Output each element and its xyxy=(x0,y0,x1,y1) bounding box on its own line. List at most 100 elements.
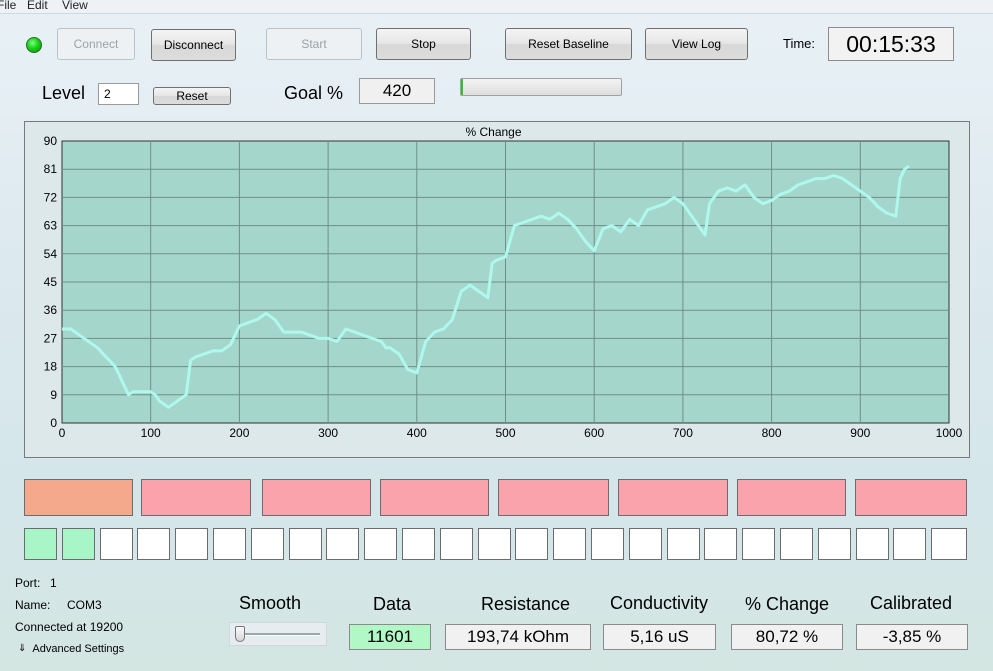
indicator-square xyxy=(440,528,473,560)
level-block xyxy=(380,479,489,516)
y-tick-label: 36 xyxy=(44,303,58,317)
level-block xyxy=(737,479,846,516)
level-block xyxy=(262,479,371,516)
indicator-square xyxy=(591,528,624,560)
calibrated-label: Calibrated xyxy=(870,593,953,613)
y-tick-label: 27 xyxy=(44,331,58,345)
smooth-label: Smooth xyxy=(239,593,302,613)
x-tick-label: 300 xyxy=(318,426,338,440)
advanced-settings-label: Advanced Settings xyxy=(32,643,125,655)
chart-frame: 0 100 200 300 400 500 600 700 800 900 1000 0 9 18 27 36… xyxy=(24,121,970,458)
level-label: Level xyxy=(42,83,86,103)
conductivity-value: 5,16 uS xyxy=(603,624,716,650)
x-tick-label: 1000 xyxy=(936,426,963,440)
smooth-slider-track xyxy=(236,633,320,636)
x-tick-label: 100 xyxy=(141,426,161,440)
advanced-settings-toggle[interactable]: ⇓ Advanced Settings xyxy=(18,643,124,655)
level-block xyxy=(618,479,728,516)
x-tick-label: 500 xyxy=(495,426,515,440)
chevron-down-icon: ⇓ xyxy=(18,643,27,654)
indicator-square xyxy=(251,528,284,560)
indicator-square xyxy=(818,528,851,560)
y-tick-label: 72 xyxy=(44,190,58,204)
indicator-square xyxy=(629,528,662,560)
goal-progress-bar xyxy=(460,78,622,96)
goal-label: Goal % xyxy=(284,83,344,103)
indicator-square xyxy=(62,528,95,560)
x-tick-label: 400 xyxy=(407,426,427,440)
goal-value: 420 xyxy=(359,78,435,104)
smooth-slider[interactable] xyxy=(229,622,327,646)
indicator-square xyxy=(24,528,57,560)
indicator-square xyxy=(137,528,170,560)
indicator-square xyxy=(289,528,322,560)
stop-button[interactable]: Stop xyxy=(376,28,471,60)
port-label: Port: xyxy=(15,576,41,590)
connection-status-text: Connected at 19200 xyxy=(15,620,124,634)
indicator-square xyxy=(478,528,511,560)
smooth-slider-thumb[interactable] xyxy=(235,626,245,642)
level-reset-button[interactable]: Reset xyxy=(153,87,231,105)
y-tick-label: 63 xyxy=(44,219,58,233)
indicator-square xyxy=(175,528,208,560)
indicator-square xyxy=(742,528,775,560)
disconnect-button[interactable]: Disconnect xyxy=(151,29,236,61)
connection-status-led xyxy=(26,37,42,53)
calibrated-value: -3,85 % xyxy=(856,624,968,650)
y-tick-label: 81 xyxy=(44,162,58,176)
x-tick-label: 900 xyxy=(850,426,870,440)
indicator-square xyxy=(667,528,700,560)
y-tick-label: 45 xyxy=(44,275,58,289)
conductivity-label: Conductivity xyxy=(610,593,709,613)
level-input[interactable]: 2 xyxy=(98,83,139,105)
indicator-square xyxy=(553,528,586,560)
y-tick-label: 54 xyxy=(44,247,58,261)
name-value: COM3 xyxy=(67,598,102,612)
name-label: Name: xyxy=(15,598,51,612)
indicator-square xyxy=(326,528,359,560)
percent-change-chart: 0 100 200 300 400 500 600 700 800 900 1000 0 9 18 27 36… xyxy=(44,125,963,440)
port-value: 1 xyxy=(50,576,57,590)
resistance-value: 193,74 kOhm xyxy=(445,624,591,650)
connect-button[interactable]: Connect xyxy=(57,28,135,60)
data-value: 11601 xyxy=(349,624,431,650)
indicator-square xyxy=(213,528,246,560)
level-block xyxy=(498,479,609,516)
level-block xyxy=(24,479,133,516)
indicator-square xyxy=(704,528,737,560)
y-tick-label: 18 xyxy=(44,360,58,374)
percent-change-label: % Change xyxy=(745,594,830,614)
resistance-label: Resistance xyxy=(481,594,571,614)
chart-title: % Change xyxy=(465,125,521,139)
x-tick-label: 700 xyxy=(673,426,693,440)
indicator-square xyxy=(100,528,133,560)
goal-progress-fill xyxy=(461,79,463,95)
y-tick-label: 90 xyxy=(44,134,58,148)
x-tick-label: 0 xyxy=(59,426,66,440)
x-tick-label: 200 xyxy=(229,426,249,440)
indicator-square xyxy=(780,528,813,560)
menu-bar: File Edit View xyxy=(0,0,993,14)
indicator-square xyxy=(364,528,397,560)
reset-baseline-button[interactable]: Reset Baseline xyxy=(505,28,632,60)
y-tick-label: 0 xyxy=(50,416,57,430)
menu-file[interactable]: File xyxy=(0,0,16,12)
menu-edit[interactable]: Edit xyxy=(27,0,48,12)
menu-view[interactable]: View xyxy=(62,0,88,12)
indicator-square xyxy=(856,528,889,560)
elapsed-time-display: 00:15:33 xyxy=(828,27,954,61)
level-block xyxy=(141,479,251,516)
y-tick-label: 9 xyxy=(50,388,57,402)
indicator-square xyxy=(402,528,435,560)
view-log-button[interactable]: View Log xyxy=(645,28,748,60)
level-block xyxy=(855,479,967,516)
data-label: Data xyxy=(373,594,412,614)
x-tick-label: 600 xyxy=(584,426,604,440)
x-tick-label: 800 xyxy=(762,426,782,440)
percent-change-value: 80,72 % xyxy=(731,624,843,650)
indicator-square xyxy=(893,528,926,560)
start-button[interactable]: Start xyxy=(266,28,362,60)
indicator-square xyxy=(931,528,967,560)
time-label: Time: xyxy=(783,36,816,51)
indicator-square xyxy=(515,528,548,560)
